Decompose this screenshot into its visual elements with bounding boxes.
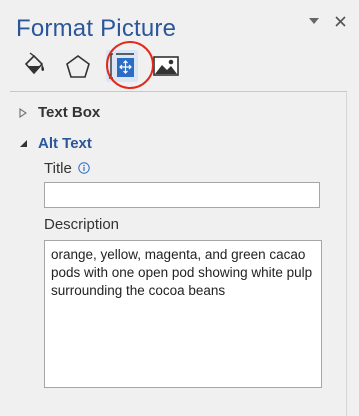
tab-effects[interactable] xyxy=(62,50,94,82)
collapse-arrow-icon xyxy=(18,139,28,149)
paint-bucket-icon xyxy=(24,52,45,75)
picture-icon xyxy=(153,56,179,76)
format-picture-pane: Format Picture Text Box Alt Text Title D… xyxy=(0,0,359,416)
close-icon[interactable] xyxy=(333,14,347,28)
pane-options-icon[interactable] xyxy=(307,14,321,28)
tab-picture[interactable] xyxy=(150,50,182,82)
pane-title: Format Picture xyxy=(16,15,177,42)
tab-size-properties[interactable] xyxy=(106,50,138,82)
property-tabs xyxy=(18,48,182,84)
description-textarea[interactable]: orange, yellow, magenta, and green cacao… xyxy=(44,240,322,388)
size-properties-icon xyxy=(109,53,134,79)
divider xyxy=(10,91,347,92)
pane-controls xyxy=(307,14,347,28)
section-label-alt-text: Alt Text xyxy=(38,135,92,152)
tab-fill-line[interactable] xyxy=(18,50,50,82)
section-label-text-box: Text Box xyxy=(38,104,101,121)
section-alt-text[interactable]: Alt Text xyxy=(18,135,92,152)
title-input[interactable] xyxy=(44,182,320,208)
pane-scroll-edge xyxy=(346,92,347,416)
title-label-text: Title xyxy=(44,160,72,177)
title-label: Title xyxy=(44,160,90,177)
info-icon[interactable] xyxy=(78,161,90,174)
section-text-box[interactable]: Text Box xyxy=(18,104,100,121)
pentagon-icon xyxy=(66,55,90,78)
description-label: Description xyxy=(44,216,120,233)
expand-arrow-icon xyxy=(18,107,28,118)
